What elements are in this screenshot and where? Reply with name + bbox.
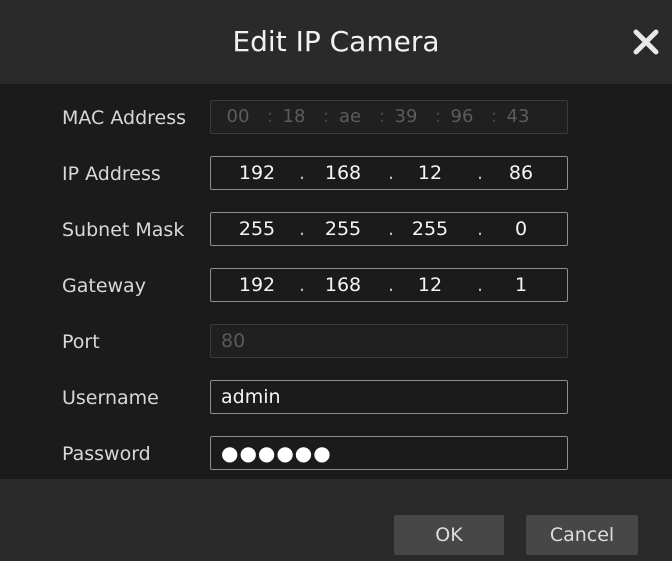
dialog-footer: OK Cancel [0,479,672,561]
username-row: Username admin [0,380,672,416]
gateway-separator: . [299,274,306,296]
mac-separator: : [491,106,498,127]
ip-octet-input[interactable]: 86 [493,157,549,189]
password-field[interactable]: ●●●●●● [210,436,568,470]
gateway-label: Gateway [62,275,146,297]
subnet-separator: . [388,218,395,240]
mac-separator: : [435,106,442,127]
mac-segment: ae [338,106,362,127]
port-value: 80 [221,330,246,352]
gateway-octet-input[interactable]: 168 [315,269,371,301]
gateway-separator: . [477,274,484,296]
username-value[interactable]: admin [221,381,281,413]
subnet-octet-input[interactable]: 255 [402,213,458,245]
close-icon[interactable] [630,26,662,58]
gateway-octet-input[interactable]: 12 [402,269,458,301]
dialog-body: MAC Address 00 : 18 : ae : 39 : 96 : 43 … [0,84,672,479]
password-value[interactable]: ●●●●●● [221,437,332,469]
ip-address-field[interactable]: 192 . 168 . 12 . 86 [210,156,568,190]
title-bar: Edit IP Camera [0,0,672,84]
port-field: 80 [210,324,568,358]
password-label: Password [62,443,151,465]
dialog-title: Edit IP Camera [232,25,440,58]
ip-separator: . [299,162,306,184]
subnet-separator: . [477,218,484,240]
gateway-row: Gateway 192 . 168 . 12 . 1 [0,268,672,304]
mac-segment: 18 [282,106,306,127]
password-row: Password ●●●●●● [0,436,672,472]
mac-address-row: MAC Address 00 : 18 : ae : 39 : 96 : 43 [0,100,672,136]
gateway-octet-input[interactable]: 1 [493,269,549,301]
gateway-separator: . [388,274,395,296]
ip-separator: . [477,162,484,184]
port-row: Port 80 [0,324,672,360]
edit-ip-camera-dialog: Edit IP Camera MAC Address 00 : 18 : ae … [0,0,672,561]
gateway-field[interactable]: 192 . 168 . 12 . 1 [210,268,568,302]
subnet-octet-input[interactable]: 255 [229,213,285,245]
cancel-button[interactable]: Cancel [526,515,638,555]
ip-octet-input[interactable]: 192 [229,157,285,189]
mac-segment: 00 [226,106,250,127]
username-field[interactable]: admin [210,380,568,414]
mac-segment: 39 [394,106,418,127]
ip-address-label: IP Address [62,163,161,185]
ip-octet-input[interactable]: 12 [402,157,458,189]
subnet-mask-label: Subnet Mask [62,219,185,241]
ip-separator: . [388,162,395,184]
mac-separator: : [323,106,330,127]
subnet-octet-input[interactable]: 255 [315,213,371,245]
ok-button[interactable]: OK [394,515,504,555]
ip-octet-input[interactable]: 168 [315,157,371,189]
mac-segment: 43 [506,106,530,127]
mac-address-label: MAC Address [62,107,187,129]
username-label: Username [62,387,159,409]
subnet-mask-field[interactable]: 255 . 255 . 255 . 0 [210,212,568,246]
ip-address-row: IP Address 192 . 168 . 12 . 86 [0,156,672,192]
mac-address-field: 00 : 18 : ae : 39 : 96 : 43 [210,100,568,134]
subnet-mask-row: Subnet Mask 255 . 255 . 255 . 0 [0,212,672,248]
mac-separator: : [379,106,386,127]
mac-separator: : [267,106,274,127]
port-label: Port [62,331,100,353]
subnet-separator: . [299,218,306,240]
mac-segment: 96 [450,106,474,127]
subnet-octet-input[interactable]: 0 [493,213,549,245]
gateway-octet-input[interactable]: 192 [229,269,285,301]
